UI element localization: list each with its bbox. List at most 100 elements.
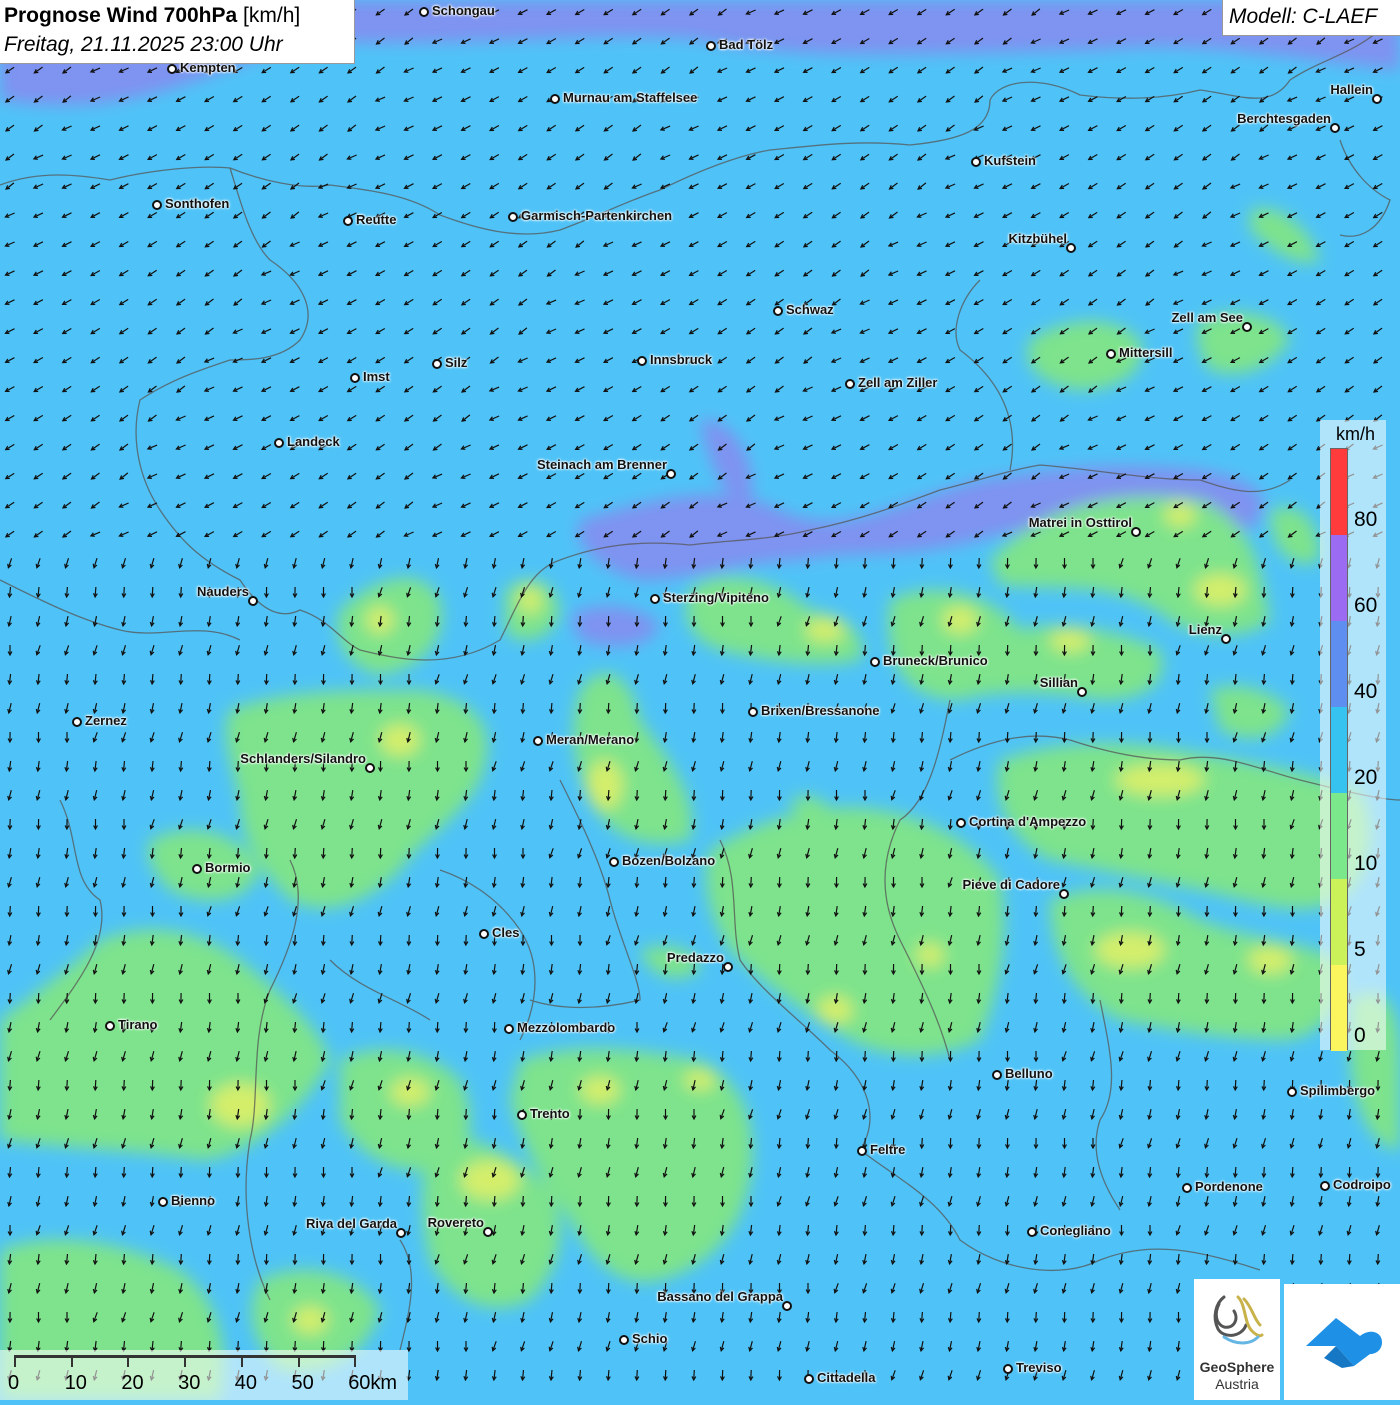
unit-label: [km/h] — [243, 4, 300, 27]
city-label: Hallein — [1330, 82, 1373, 97]
city-marker[interactable] — [1066, 243, 1076, 253]
legend-color-segment — [1331, 879, 1347, 965]
title-panel: Prognose Wind 700hPa [km/h] Freitag, 21.… — [0, 0, 355, 64]
city-marker[interactable] — [72, 717, 82, 727]
city-marker[interactable] — [343, 216, 353, 226]
city-marker[interactable] — [152, 200, 162, 210]
city-marker[interactable] — [782, 1301, 792, 1311]
city-marker[interactable] — [706, 41, 716, 51]
city-label: Sillian — [1040, 675, 1078, 690]
city-marker[interactable] — [158, 1197, 168, 1207]
legend-label: 80 — [1354, 508, 1377, 532]
city-marker[interactable] — [1287, 1087, 1297, 1097]
forecast-datetime: Freitag, 21.11.2025 23:00 Uhr — [4, 33, 283, 57]
city-marker[interactable] — [956, 818, 966, 828]
scale-label: 40 — [235, 1372, 257, 1395]
city-marker[interactable] — [870, 657, 880, 667]
city-marker[interactable] — [550, 94, 560, 104]
city-marker[interactable] — [650, 594, 660, 604]
city-marker[interactable] — [1320, 1181, 1330, 1191]
city-marker[interactable] — [396, 1228, 406, 1238]
city-marker[interactable] — [365, 763, 375, 773]
city-marker[interactable] — [1131, 527, 1141, 537]
city-marker[interactable] — [666, 469, 676, 479]
product-name: Prognose Wind 700hPa — [4, 4, 237, 27]
scale-label: 20 — [121, 1372, 143, 1395]
model-label: Modell: C-LAEF — [1229, 5, 1377, 29]
city-marker[interactable] — [1027, 1227, 1037, 1237]
city-marker[interactable] — [609, 857, 619, 867]
city-marker[interactable] — [533, 736, 543, 746]
city-marker[interactable] — [1059, 889, 1069, 899]
legend-color-bar — [1330, 448, 1348, 1050]
city-marker[interactable] — [1221, 634, 1231, 644]
city-label: Zell am See — [1171, 310, 1243, 325]
city-marker[interactable] — [508, 212, 518, 222]
city-marker[interactable] — [857, 1146, 867, 1156]
city-label: Bormio — [205, 860, 251, 875]
scale-label: 60km — [348, 1372, 397, 1395]
city-marker[interactable] — [992, 1070, 1002, 1080]
city-marker[interactable] — [419, 7, 429, 17]
city-label: Riva del Garda — [306, 1216, 397, 1231]
scale-label: 30 — [178, 1372, 200, 1395]
city-label: Bienno — [171, 1193, 215, 1208]
legend-label: 10 — [1354, 852, 1377, 876]
scale-label: 50 — [292, 1372, 314, 1395]
city-marker[interactable] — [248, 596, 258, 606]
city-marker[interactable] — [723, 962, 733, 972]
city-label: Mezzolombardo — [517, 1020, 615, 1035]
city-marker[interactable] — [971, 157, 981, 167]
city-marker[interactable] — [1106, 349, 1116, 359]
geosphere-logo-line2: Austria — [1194, 1376, 1280, 1392]
city-label: Bad Tölz — [719, 37, 773, 52]
city-label: Belluno — [1005, 1066, 1053, 1081]
city-marker[interactable] — [748, 707, 758, 717]
legend-color-segment — [1331, 535, 1347, 621]
city-marker[interactable] — [192, 864, 202, 874]
city-marker[interactable] — [804, 1374, 814, 1384]
city-marker[interactable] — [274, 438, 284, 448]
city-marker[interactable] — [432, 359, 442, 369]
model-panel: Modell: C-LAEF — [1222, 0, 1400, 36]
city-label: Predazzo — [667, 950, 724, 965]
app-logo[interactable] — [1284, 1284, 1400, 1400]
city-marker[interactable] — [479, 929, 489, 939]
city-marker[interactable] — [350, 373, 360, 383]
city-label: Garmisch-Partenkirchen — [521, 208, 672, 223]
city-marker[interactable] — [773, 306, 783, 316]
city-marker[interactable] — [517, 1110, 527, 1120]
city-label: Pieve di Cadore — [962, 877, 1060, 892]
city-label: Sterzing/Vipiteno — [663, 590, 769, 605]
map-title: Prognose Wind 700hPa [km/h] — [4, 4, 300, 28]
city-label: Nauders — [197, 584, 249, 599]
city-marker[interactable] — [619, 1335, 629, 1345]
city-marker[interactable] — [167, 64, 177, 74]
city-marker[interactable] — [637, 356, 647, 366]
city-marker[interactable] — [1003, 1364, 1013, 1374]
geosphere-logo-line1: GeoSphere — [1194, 1359, 1280, 1375]
city-label: Meran/Merano — [546, 732, 634, 747]
geosphere-logo[interactable]: GeoSphere Austria — [1194, 1279, 1280, 1400]
city-label: Schlanders/Silandro — [240, 751, 366, 766]
scale-tick — [127, 1355, 129, 1367]
legend-label: 0 — [1354, 1024, 1366, 1048]
scale-tick — [298, 1355, 300, 1367]
city-label: Rovereto — [428, 1215, 484, 1230]
city-marker[interactable] — [845, 379, 855, 389]
city-label: Codroipo — [1333, 1177, 1391, 1192]
city-marker[interactable] — [1242, 322, 1252, 332]
city-label: Spilimbergo — [1300, 1083, 1375, 1098]
city-marker[interactable] — [1372, 94, 1382, 104]
city-label: Tirano — [118, 1017, 158, 1032]
scale-tick — [241, 1355, 243, 1367]
city-marker[interactable] — [1182, 1183, 1192, 1193]
legend-label: 40 — [1354, 680, 1377, 704]
city-marker[interactable] — [483, 1227, 493, 1237]
city-marker[interactable] — [105, 1021, 115, 1031]
city-label: Berchtesgaden — [1237, 111, 1331, 126]
city-marker[interactable] — [1077, 687, 1087, 697]
city-marker[interactable] — [1330, 123, 1340, 133]
city-label: Schongau — [432, 3, 495, 18]
city-marker[interactable] — [504, 1024, 514, 1034]
